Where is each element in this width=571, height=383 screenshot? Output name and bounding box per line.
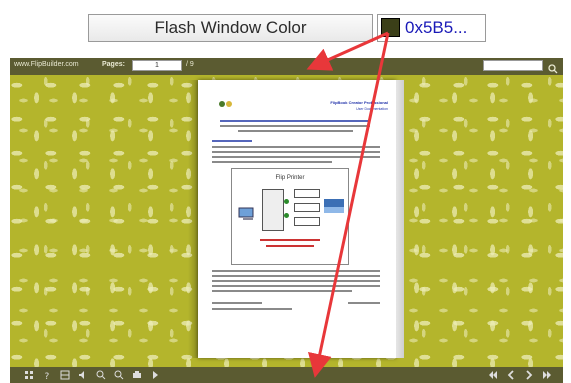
text-line <box>212 270 380 272</box>
caption-line <box>266 245 314 247</box>
previous-page-icon[interactable] <box>506 370 516 380</box>
text-line <box>212 146 380 148</box>
page-number-input[interactable]: 1 <box>132 60 182 71</box>
text-line <box>212 285 380 287</box>
diagram-node <box>294 217 320 226</box>
caption-line <box>260 239 320 241</box>
footer-text <box>212 308 292 310</box>
diagram-figure: Flip Printer <box>231 168 349 265</box>
site-link[interactable]: www.FlipBuilder.com <box>14 61 79 68</box>
search-input[interactable] <box>483 60 543 71</box>
diagram-title: Flip Printer <box>275 175 305 181</box>
help-icon[interactable]: ? <box>42 370 52 380</box>
thumbnails-icon[interactable] <box>24 370 34 380</box>
text-line <box>220 125 370 127</box>
diagram-connector <box>284 199 289 204</box>
footer-text <box>348 302 380 304</box>
flash-window-color-label: Flash Window Color <box>88 14 373 42</box>
flipbook-stage: FlipBook Creator Professional User Docum… <box>10 75 563 367</box>
text-line <box>212 151 380 153</box>
color-swatch[interactable] <box>381 18 400 37</box>
diagram-block <box>262 189 284 231</box>
text-line <box>212 275 380 277</box>
flipbook-top-bar: www.FlipBuilder.com Pages: 1 / 9 <box>10 58 563 75</box>
picture-icon <box>324 199 344 213</box>
svg-text:?: ? <box>45 372 50 380</box>
logo-icon <box>219 101 232 107</box>
color-hex-value: 0x5B5... <box>405 18 468 37</box>
flipbook-bottom-bar: ? <box>10 367 563 383</box>
computer-icon <box>238 207 254 220</box>
callout-banner: Flash Window Color 0x5B5... <box>0 0 571 58</box>
document-subtitle: User Documentation <box>356 107 388 111</box>
color-value-field[interactable]: 0x5B5... <box>377 14 486 42</box>
zoom-in-icon[interactable] <box>96 370 106 380</box>
print-icon[interactable] <box>132 370 142 380</box>
next-page-icon[interactable] <box>524 370 534 380</box>
diagram-node <box>294 189 320 198</box>
document-title: FlipBook Creator Professional <box>330 100 388 105</box>
sound-icon[interactable] <box>78 370 88 380</box>
first-page-icon[interactable] <box>488 370 498 380</box>
zoom-out-icon[interactable] <box>114 370 124 380</box>
book-page[interactable]: FlipBook Creator Professional User Docum… <box>198 80 396 358</box>
footer-text <box>212 302 262 304</box>
text-line <box>212 290 352 292</box>
text-line <box>220 120 370 122</box>
autoflip-icon[interactable] <box>150 370 160 380</box>
last-page-icon[interactable] <box>542 370 552 380</box>
diagram-node <box>294 203 320 212</box>
grid-icon[interactable] <box>60 370 70 380</box>
page-total: / 9 <box>186 61 194 68</box>
diagram-connector <box>284 213 289 218</box>
text-line <box>212 156 380 158</box>
search-icon[interactable] <box>548 61 558 74</box>
text-line <box>238 130 353 132</box>
section-heading <box>212 140 252 142</box>
text-line <box>212 280 380 282</box>
page-edge <box>396 80 404 358</box>
text-line <box>212 161 332 163</box>
pages-label: Pages: <box>102 61 125 68</box>
